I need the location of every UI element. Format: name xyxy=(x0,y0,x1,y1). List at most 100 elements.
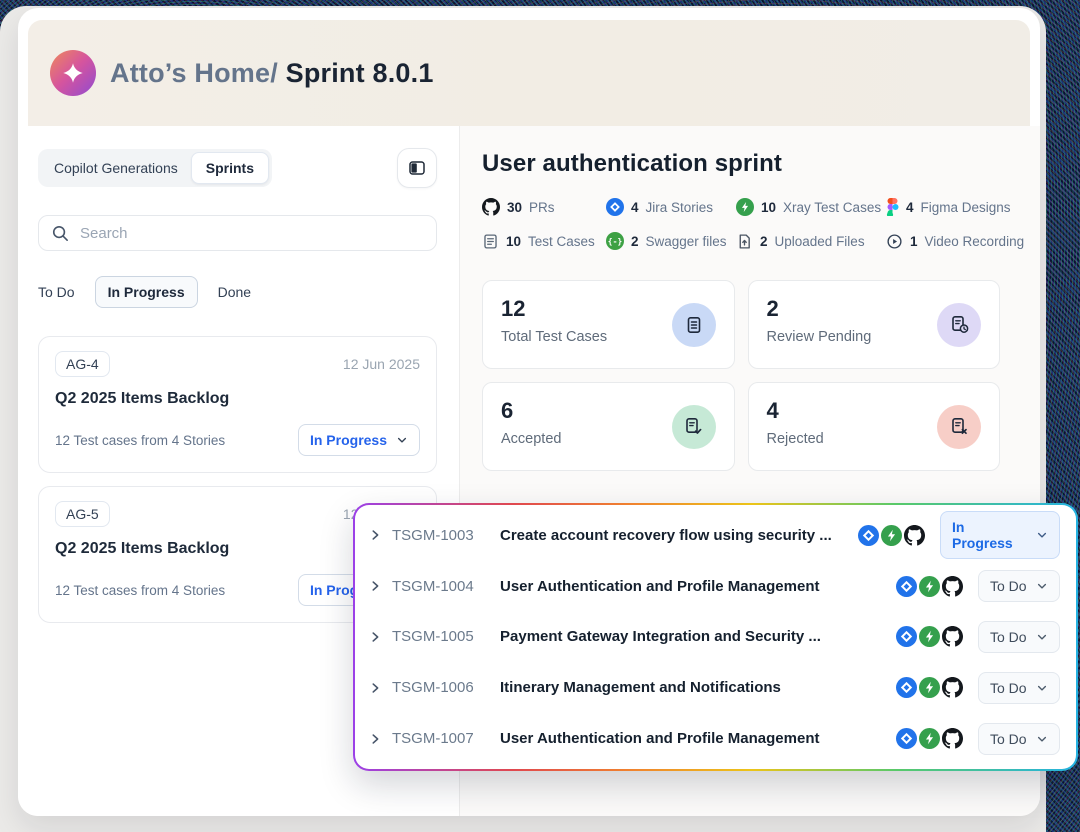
stat-video-recording: 1Video Recording xyxy=(886,232,1024,250)
figma-icon xyxy=(886,198,899,216)
test-case-id: TSGM-1003 xyxy=(392,527,484,544)
uploaded-file-icon xyxy=(736,233,753,250)
source-icons xyxy=(844,525,925,546)
sprint-card-ag4[interactable]: AG-4 12 Jun 2025 Q2 2025 Items Backlog 1… xyxy=(38,336,437,473)
github-icon xyxy=(942,677,963,698)
test-case-title: User Authentication and Profile Manageme… xyxy=(500,578,820,595)
xray-icon xyxy=(919,728,940,749)
chevron-down-icon xyxy=(1036,682,1048,694)
xray-icon xyxy=(919,677,940,698)
test-case-status-dropdown[interactable]: In Progress xyxy=(940,511,1060,559)
xray-icon xyxy=(919,626,940,647)
xray-icon xyxy=(919,576,940,597)
expand-chevron-icon[interactable] xyxy=(368,579,382,593)
test-case-row[interactable]: TSGM-1004 User Authentication and Profil… xyxy=(355,561,1076,612)
test-cases-overlay: TSGM-1003 Create account recovery flow u… xyxy=(353,503,1078,771)
summary-card-review-pending: 2 Review Pending xyxy=(748,280,1001,369)
chevron-down-icon xyxy=(1036,631,1048,643)
test-case-row[interactable]: TSGM-1007 User Authentication and Profil… xyxy=(355,713,1076,764)
test-case-status-dropdown[interactable]: To Do xyxy=(978,621,1060,653)
sprint-card-title: Q2 2025 Items Backlog xyxy=(55,390,420,408)
github-icon xyxy=(942,576,963,597)
tab-copilot-generations[interactable]: Copilot Generations xyxy=(41,152,191,184)
stat-prs: 30PRs xyxy=(482,198,606,216)
stat-figma-designs: 4Figma Designs xyxy=(886,198,1024,216)
test-case-status-dropdown[interactable]: To Do xyxy=(978,570,1060,602)
test-cases-icon xyxy=(482,233,499,250)
source-icons xyxy=(882,576,963,597)
jira-icon xyxy=(858,525,879,546)
test-case-row[interactable]: TSGM-1005 Payment Gateway Integration an… xyxy=(355,612,1076,663)
summary-cards: 12 Total Test Cases 2 Review Pending 6 A… xyxy=(482,280,1000,471)
search-icon xyxy=(51,224,70,243)
expand-chevron-icon[interactable] xyxy=(368,732,382,746)
swagger-icon: {-} xyxy=(606,232,624,250)
chevron-down-icon xyxy=(1036,529,1048,541)
accepted-icon xyxy=(672,405,716,449)
expand-chevron-icon[interactable] xyxy=(368,681,382,695)
test-case-title: Itinerary Management and Notifications xyxy=(500,679,781,696)
test-case-id: TSGM-1005 xyxy=(392,628,484,645)
xray-icon xyxy=(881,525,902,546)
test-case-id: TSGM-1006 xyxy=(392,679,484,696)
jira-icon xyxy=(896,626,917,647)
test-case-row[interactable]: TSGM-1003 Create account recovery flow u… xyxy=(355,510,1076,561)
app-header: Atto’s Home/ Sprint 8.0.1 xyxy=(28,20,1030,126)
search-input-wrapper xyxy=(38,215,437,251)
page-title: Atto’s Home/ Sprint 8.0.1 xyxy=(110,58,434,89)
github-icon xyxy=(942,626,963,647)
tab-sprints[interactable]: Sprints xyxy=(191,152,269,184)
summary-card-rejected: 4 Rejected xyxy=(748,382,1001,471)
chevron-down-icon xyxy=(396,434,408,446)
sprint-status-dropdown[interactable]: In Progress xyxy=(298,424,420,456)
xray-icon xyxy=(736,198,754,216)
sprint-id-badge: AG-4 xyxy=(55,351,110,377)
video-recording-icon xyxy=(886,233,903,250)
test-case-status-dropdown[interactable]: To Do xyxy=(978,723,1060,755)
filter-in-progress[interactable]: In Progress xyxy=(95,276,198,308)
total-test-cases-icon xyxy=(672,303,716,347)
test-case-title: Create account recovery flow using secur… xyxy=(500,527,832,544)
source-icons xyxy=(882,626,963,647)
sprint-detail-title: User authentication sprint xyxy=(482,150,1000,178)
atto-logo-icon xyxy=(50,50,96,96)
jira-icon xyxy=(896,728,917,749)
test-case-id: TSGM-1004 xyxy=(392,578,484,595)
search-input[interactable] xyxy=(80,225,424,242)
test-case-id: TSGM-1007 xyxy=(392,730,484,747)
breadcrumb: Atto’s Home/ xyxy=(110,58,278,88)
test-case-title: Payment Gateway Integration and Security… xyxy=(500,628,821,645)
test-case-title: User Authentication and Profile Manageme… xyxy=(500,730,820,747)
panel-icon xyxy=(408,159,426,177)
toggle-sidebar-button[interactable] xyxy=(397,148,437,188)
jira-icon xyxy=(606,198,624,216)
sprint-date: 12 Jun 2025 xyxy=(343,356,420,372)
github-icon xyxy=(942,728,963,749)
test-case-row[interactable]: TSGM-1006 Itinerary Management and Notif… xyxy=(355,662,1076,713)
stat-xray-test-cases: 10Xray Test Cases xyxy=(736,198,886,216)
sprint-stats: 30PRs 4Jira Stories 10Xray Test Cases 4F… xyxy=(482,198,1000,250)
stat-uploaded-files: 2Uploaded Files xyxy=(736,232,886,250)
sidebar-tab-switcher: Copilot Generations Sprints xyxy=(38,149,272,187)
status-filters: To Do In Progress Done xyxy=(38,276,437,308)
chevron-down-icon xyxy=(1036,580,1048,592)
filter-done[interactable]: Done xyxy=(218,284,251,300)
source-icons xyxy=(882,677,963,698)
stat-jira-stories: 4Jira Stories xyxy=(606,198,736,216)
expand-chevron-icon[interactable] xyxy=(368,630,382,644)
github-icon xyxy=(904,525,925,546)
summary-card-accepted: 6 Accepted xyxy=(482,382,735,471)
sprint-id-badge: AG-5 xyxy=(55,501,110,527)
sprint-card-subtitle: 12 Test cases from 4 Stories xyxy=(55,583,225,598)
filter-todo[interactable]: To Do xyxy=(38,284,75,300)
test-case-status-dropdown[interactable]: To Do xyxy=(978,672,1060,704)
expand-chevron-icon[interactable] xyxy=(368,528,382,542)
chevron-down-icon xyxy=(1036,733,1048,745)
stat-test-cases: 10Test Cases xyxy=(482,232,606,250)
github-icon xyxy=(482,198,500,216)
source-icons xyxy=(882,728,963,749)
svg-text:{-}: {-} xyxy=(608,236,623,246)
summary-card-total-test-cases: 12 Total Test Cases xyxy=(482,280,735,369)
stat-swagger-files: {-} 2Swagger files xyxy=(606,232,736,250)
review-pending-icon xyxy=(937,303,981,347)
